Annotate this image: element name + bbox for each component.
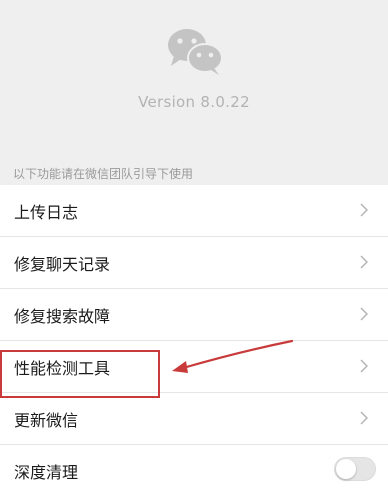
chevron-right-icon — [360, 203, 368, 217]
guidance-hint: 以下功能请在微信团队引导下使用 — [13, 167, 194, 181]
menu-item-label: 上传日志 — [14, 203, 79, 222]
about-header: Version 8.0.22 以下功能请在微信团队引导下使用 — [0, 0, 388, 185]
menu-item-repair-search[interactable]: 修复搜索故障 — [0, 289, 388, 341]
highlight-box — [0, 350, 160, 398]
chevron-right-icon — [360, 255, 368, 269]
chevron-right-icon — [360, 359, 368, 373]
wechat-logo-icon — [168, 29, 223, 75]
menu-item-deep-clean: 深度清理 — [0, 445, 388, 497]
settings-list: 上传日志 修复聊天记录 修复搜索故障 性能检测工具 更新微信 深度清理 — [0, 185, 388, 497]
chevron-right-icon — [360, 411, 368, 425]
menu-item-update-wechat[interactable]: 更新微信 — [0, 393, 388, 445]
version-label: Version 8.0.22 — [138, 93, 250, 111]
menu-item-upload-log[interactable]: 上传日志 — [0, 185, 388, 237]
menu-item-label: 修复搜索故障 — [14, 307, 111, 326]
chevron-right-icon — [360, 307, 368, 321]
toggle-knob — [336, 459, 356, 479]
menu-item-label: 修复聊天记录 — [14, 255, 111, 274]
menu-item-label: 深度清理 — [14, 463, 79, 482]
menu-item-repair-chat-history[interactable]: 修复聊天记录 — [0, 237, 388, 289]
deep-clean-toggle[interactable] — [334, 457, 376, 481]
menu-item-label: 更新微信 — [14, 411, 79, 430]
